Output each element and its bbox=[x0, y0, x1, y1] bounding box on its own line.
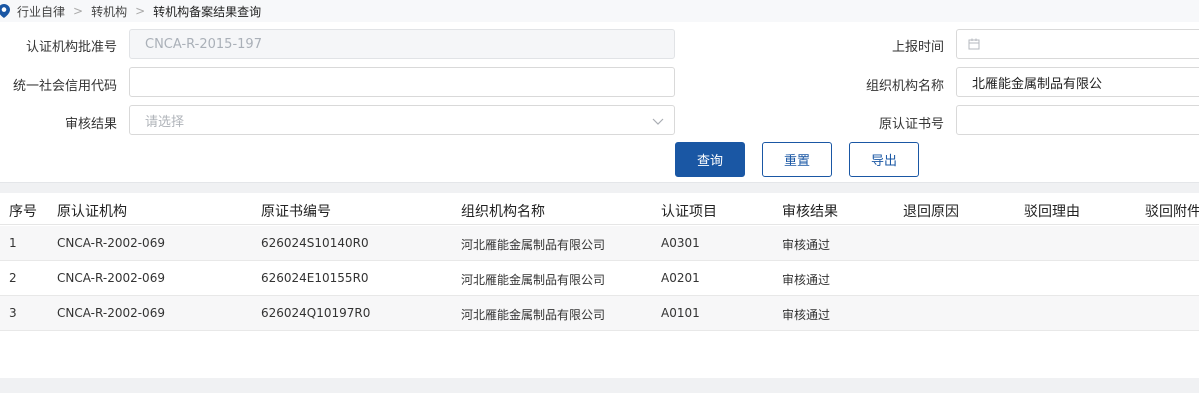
col-review-result: 审核结果 bbox=[782, 204, 838, 220]
col-cert-item: 认证项目 bbox=[661, 204, 717, 220]
cell-org-name: 河北雁能金属制品有限公司 bbox=[461, 273, 606, 287]
table-row[interactable]: 1 CNCA-R-2002-069 626024S10140R0 河北雁能金属制… bbox=[0, 226, 1199, 261]
cell-cert-item: A0301 bbox=[661, 236, 700, 250]
cell-cert-item: A0201 bbox=[661, 271, 700, 285]
cell-review-result: 审核通过 bbox=[782, 308, 831, 322]
reset-button[interactable]: 重置 bbox=[762, 142, 832, 177]
report-time-field[interactable] bbox=[956, 29, 1199, 59]
breadcrumb-separator: > bbox=[135, 4, 146, 18]
report-time-label: 上报时间 bbox=[891, 40, 944, 55]
cell-review-result: 审核通过 bbox=[782, 238, 831, 252]
review-result-select[interactable]: 请选择 bbox=[129, 105, 675, 135]
approval-no-label: 认证机构批准号 bbox=[25, 40, 117, 55]
cell-index: 2 bbox=[9, 271, 17, 285]
cell-orig-cert-no: 626024E10155R0 bbox=[261, 271, 369, 285]
cell-orig-cert-no: 626024S10140R0 bbox=[261, 236, 369, 250]
breadcrumb-item-current: 转机构备案结果查询 bbox=[153, 4, 262, 19]
col-index: 序号 bbox=[9, 204, 37, 220]
breadcrumb-item-transfer[interactable]: 转机构 bbox=[91, 3, 127, 20]
cell-review-result: 审核通过 bbox=[782, 273, 831, 287]
cell-orig-cert-no: 626024Q10197R0 bbox=[261, 306, 371, 320]
cell-cert-item: A0101 bbox=[661, 306, 700, 320]
calendar-icon bbox=[968, 38, 980, 50]
credit-code-field[interactable] bbox=[129, 67, 675, 97]
approval-no-field: CNCA-R-2015-197 bbox=[129, 29, 675, 59]
org-name-field[interactable]: 北雁能金属制品有限公 bbox=[956, 67, 1199, 97]
table-row[interactable]: 2 CNCA-R-2002-069 626024E10155R0 河北雁能金属制… bbox=[0, 261, 1199, 296]
location-pin-icon bbox=[0, 4, 10, 18]
cell-index: 3 bbox=[9, 306, 17, 320]
table-header: 序号 原认证机构 原证书编号 组织机构名称 认证项目 审核结果 退回原因 驳回理… bbox=[0, 193, 1199, 225]
col-return-reason: 退回原因 bbox=[903, 204, 959, 220]
col-org-name: 组织机构名称 bbox=[461, 204, 545, 220]
cell-org-name: 河北雁能金属制品有限公司 bbox=[461, 308, 606, 322]
col-reject-reason: 驳回理由 bbox=[1024, 204, 1080, 220]
col-orig-cert-no: 原证书编号 bbox=[261, 204, 331, 220]
credit-code-label: 统一社会信用代码 bbox=[12, 79, 117, 94]
export-button[interactable]: 导出 bbox=[849, 142, 919, 177]
org-name-label: 组织机构名称 bbox=[865, 79, 944, 94]
orig-cert-no-field[interactable] bbox=[956, 105, 1199, 135]
orig-cert-no-label: 原认证书号 bbox=[878, 117, 944, 132]
review-result-label: 审核结果 bbox=[64, 117, 117, 132]
section-divider bbox=[0, 182, 1199, 193]
cell-orig-agency: CNCA-R-2002-069 bbox=[57, 271, 165, 285]
table-row[interactable]: 3 CNCA-R-2002-069 626024Q10197R0 河北雁能金属制… bbox=[0, 296, 1199, 331]
cell-index: 1 bbox=[9, 236, 17, 250]
approval-no-value: CNCA-R-2015-197 bbox=[145, 36, 262, 52]
cell-org-name: 河北雁能金属制品有限公司 bbox=[461, 238, 606, 252]
cell-orig-agency: CNCA-R-2002-069 bbox=[57, 306, 165, 320]
query-button[interactable]: 查询 bbox=[675, 142, 745, 177]
org-name-value: 北雁能金属制品有限公 bbox=[972, 76, 1103, 92]
cell-orig-agency: CNCA-R-2002-069 bbox=[57, 236, 165, 250]
chevron-down-icon[interactable] bbox=[652, 115, 664, 125]
col-orig-agency: 原认证机构 bbox=[57, 204, 127, 220]
breadcrumb: 行业自律 > 转机构 > 转机构备案结果查询 bbox=[0, 0, 1199, 22]
col-reject-attachment: 驳回附件 bbox=[1145, 204, 1199, 220]
table-footer-bar bbox=[0, 378, 1199, 393]
breadcrumb-separator: > bbox=[73, 4, 84, 18]
breadcrumb-item-industry[interactable]: 行业自律 bbox=[17, 3, 65, 20]
review-result-placeholder: 请选择 bbox=[145, 114, 185, 130]
